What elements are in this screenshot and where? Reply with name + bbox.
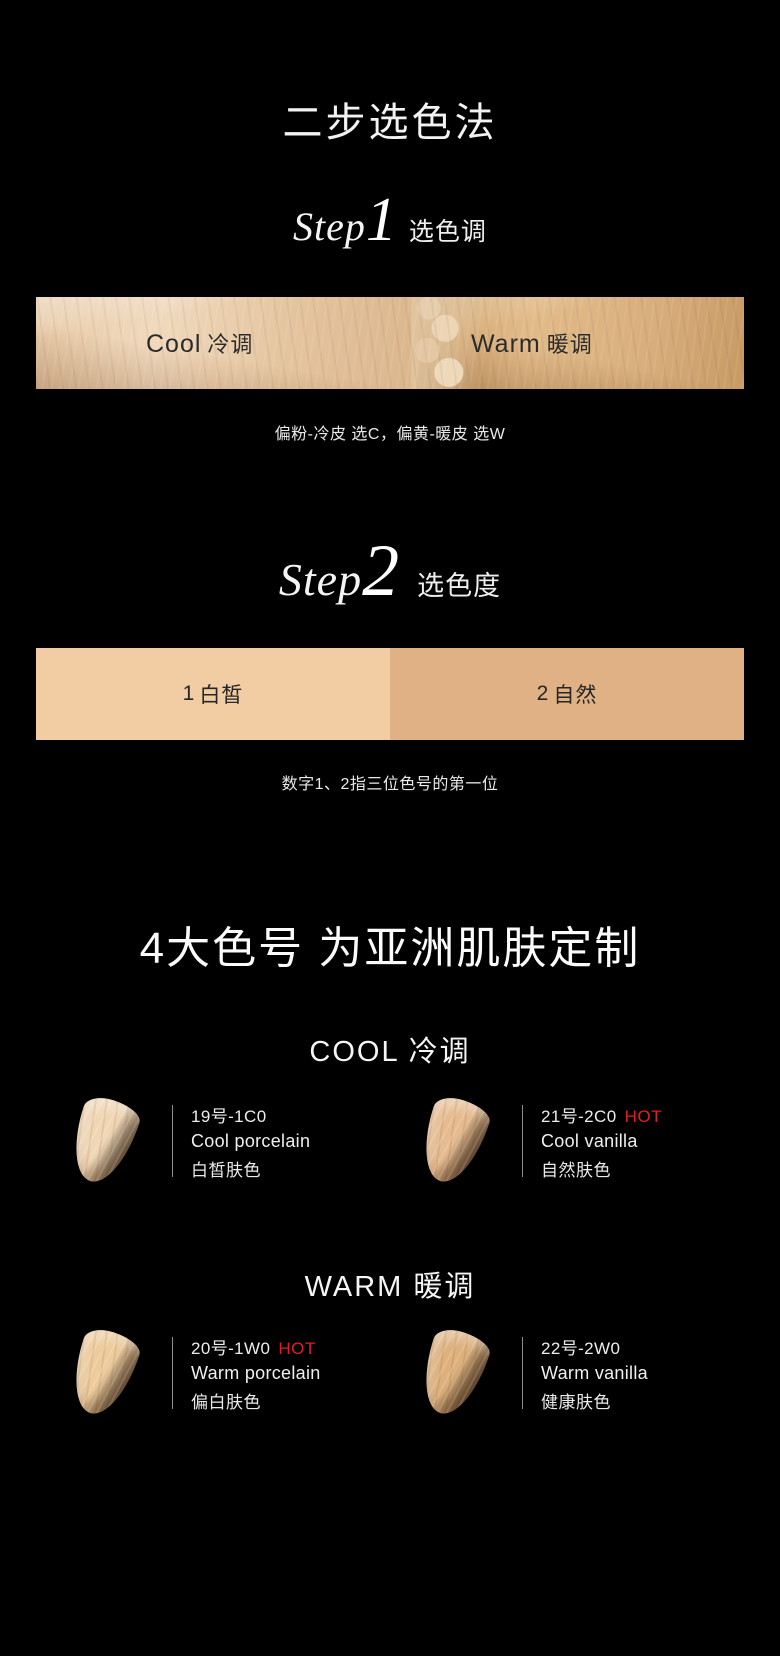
shade-code: 19号-1C0 xyxy=(191,1106,267,1126)
cool-tone-label-en: Cool xyxy=(146,330,202,358)
step1-caption: 偏粉-冷皮 选C，偏黄-暖皮 选W xyxy=(274,426,506,443)
shade-grid-cool: 19号-1C0 Cool porcelain 白皙肤色 21号-2C0 HOT C… xyxy=(40,1092,740,1190)
shade-code-line: 22号-2W0 xyxy=(541,1334,740,1359)
shade-grid-warm: 20号-1W0 HOT Warm porcelain 偏白肤色 22号-2W0 W… xyxy=(40,1324,740,1422)
shade-code-line: 21号-2C0 HOT xyxy=(541,1102,740,1127)
depth-block-2-number: 2 xyxy=(536,682,550,705)
group-title-warm: WARM 暖调 xyxy=(304,1271,476,1303)
warm-tone-label-cn: 暖调 xyxy=(546,332,593,357)
tone-swatch-band: Cool 冷调 Warm 暖调 xyxy=(36,297,744,389)
cool-tone-label: Cool 冷调 xyxy=(146,327,253,359)
shade-name-en: Cool porcelain xyxy=(191,1130,311,1151)
step2-word: Step xyxy=(278,554,363,605)
step2-caption: 数字1、2指三位色号的第一位 xyxy=(281,776,499,793)
shade-text: 19号-1C0 Cool porcelain 白皙肤色 xyxy=(191,1102,390,1181)
shade-name-en: Warm vanilla xyxy=(541,1362,648,1383)
step1-word: Step xyxy=(293,204,366,249)
shade-code: 20号-1W0 xyxy=(191,1338,271,1358)
shade-divider xyxy=(172,1105,173,1177)
depth-block-1-label: 白皙 xyxy=(199,684,244,707)
shade-code-line: 20号-1W0 HOT xyxy=(191,1334,390,1359)
depth-block-2: 2 自然 xyxy=(390,648,744,740)
warm-tone-label-en: Warm xyxy=(471,330,541,358)
shade-name-cn: 自然肤色 xyxy=(541,1160,611,1180)
shade-divider xyxy=(522,1337,523,1409)
group-title-cool: COOL 冷调 xyxy=(309,1036,471,1068)
warm-tone-label: Warm 暖调 xyxy=(471,327,593,359)
depth-swatch-band: 1 白皙 2 自然 xyxy=(36,648,744,740)
shade-name-cn: 白皙肤色 xyxy=(191,1160,261,1180)
shade-code: 21号-2C0 xyxy=(541,1106,617,1126)
depth-block-2-label: 自然 xyxy=(553,684,598,707)
step1-number: 1 xyxy=(365,186,397,254)
swatch-blob-icon xyxy=(62,1092,150,1190)
hot-badge: HOT xyxy=(624,1106,662,1126)
page-title: 二步选色法 xyxy=(282,101,498,145)
shade-item[interactable]: 22号-2W0 Warm vanilla 健康肤色 xyxy=(390,1324,740,1422)
step2-heading: Step 2 选色度 xyxy=(0,530,780,612)
step1-label: 选色调 xyxy=(408,218,487,246)
shade-item[interactable]: 20号-1W0 HOT Warm porcelain 偏白肤色 xyxy=(40,1324,390,1422)
step2-label: 选色度 xyxy=(417,571,502,601)
shades-section-title: 4大色号 为亚洲肌肤定制 xyxy=(139,924,641,973)
shade-name-en: Cool vanilla xyxy=(541,1130,638,1151)
step1-heading: Step 1 选色调 xyxy=(0,186,780,254)
shade-item[interactable]: 19号-1C0 Cool porcelain 白皙肤色 xyxy=(40,1092,390,1190)
shade-name-cn: 偏白肤色 xyxy=(191,1392,261,1412)
shade-text: 21号-2C0 HOT Cool vanilla 自然肤色 xyxy=(541,1102,740,1181)
shade-item[interactable]: 21号-2C0 HOT Cool vanilla 自然肤色 xyxy=(390,1092,740,1190)
step2-number: 2 xyxy=(362,530,400,612)
shade-divider xyxy=(522,1105,523,1177)
shade-text: 20号-1W0 HOT Warm porcelain 偏白肤色 xyxy=(191,1334,390,1413)
shade-code-line: 19号-1C0 xyxy=(191,1102,390,1127)
shade-code: 22号-2W0 xyxy=(541,1338,621,1358)
shade-name-en: Warm porcelain xyxy=(191,1362,321,1383)
swatch-blob-icon xyxy=(62,1324,150,1422)
depth-block-1-number: 1 xyxy=(182,682,196,705)
swatch-blob-icon xyxy=(412,1324,500,1422)
swatch-texture-overlay xyxy=(36,297,744,389)
hot-badge: HOT xyxy=(278,1338,316,1358)
depth-block-1: 1 白皙 xyxy=(36,648,390,740)
shade-divider xyxy=(172,1337,173,1409)
shade-text: 22号-2W0 Warm vanilla 健康肤色 xyxy=(541,1334,740,1413)
swatch-blob-icon xyxy=(412,1092,500,1190)
cool-tone-label-cn: 冷调 xyxy=(207,332,254,357)
shade-name-cn: 健康肤色 xyxy=(541,1392,611,1412)
